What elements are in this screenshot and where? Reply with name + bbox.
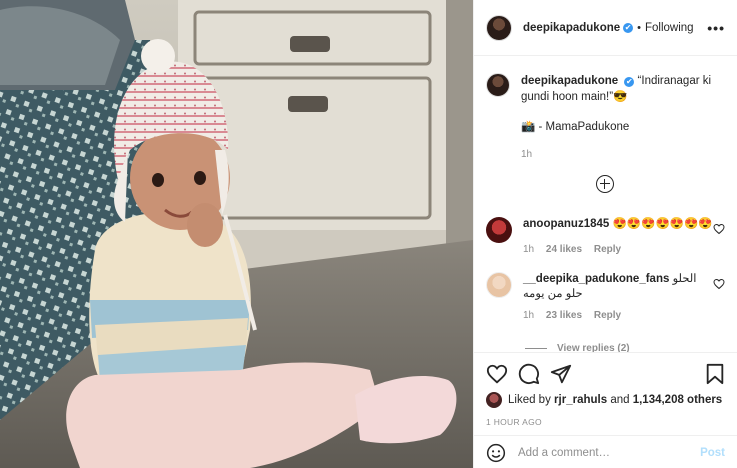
post-timestamp[interactable]: 1 HOUR AGO: [486, 417, 542, 427]
header-separator: •: [637, 21, 641, 34]
comment-text: 😍😍😍😍😍😍😍: [612, 218, 713, 230]
comment-text: الحلو: [672, 273, 697, 285]
share-send-icon[interactable]: [550, 363, 572, 385]
load-more-comments-icon[interactable]: [596, 175, 614, 193]
liker-avatar[interactable]: [486, 392, 502, 408]
emoji-icon[interactable]: [486, 443, 506, 463]
caption-verified-badge-icon: ✔: [624, 77, 635, 87]
post-photo[interactable]: [0, 0, 473, 468]
more-options-icon[interactable]: •••: [707, 20, 725, 36]
comment-input[interactable]: [518, 446, 701, 459]
following-button[interactable]: Following: [645, 22, 694, 34]
liked-by-user[interactable]: rjr_rahuls: [554, 394, 607, 406]
comment-username[interactable]: anoopanuz1845: [523, 218, 609, 230]
baby-photo-illustration: [0, 0, 473, 468]
post-comment-button[interactable]: Post: [700, 447, 725, 459]
post-header: deepikapadukone ✔ • Following •••: [474, 0, 737, 56]
commenter-avatar[interactable]: [486, 217, 512, 243]
caption-time[interactable]: 1h: [521, 147, 721, 163]
comment-like-heart-icon[interactable]: [713, 223, 725, 235]
comment-username[interactable]: __deepika_padukone_fans: [523, 273, 669, 285]
view-replies-label: View replies (2): [557, 343, 630, 352]
comment-time[interactable]: 1h: [523, 310, 534, 321]
liked-by-and: and: [610, 394, 630, 406]
save-bookmark-icon[interactable]: [705, 363, 725, 385]
comment-bubble-icon[interactable]: [518, 363, 540, 385]
reply-button[interactable]: Reply: [594, 244, 621, 255]
comment-text-line2: حلو من يومه: [523, 288, 583, 300]
caption-username[interactable]: deepikapadukone: [521, 75, 618, 87]
liked-by-prefix: Liked by: [508, 394, 551, 406]
comment-item: __deepika_padukone_fans الحلو حلو من يوم…: [486, 272, 725, 323]
post-actions: Liked by rjr_rahuls and 1,134,208 others…: [474, 352, 737, 468]
comment-like-heart-icon[interactable]: [713, 278, 725, 290]
author-avatar[interactable]: [486, 14, 512, 41]
comment-likes[interactable]: 24 likes: [546, 244, 582, 255]
caption-credit: 📸 - MamaPadukone: [521, 121, 630, 133]
liked-by-others[interactable]: 1,134,208 others: [633, 394, 723, 406]
comment-time[interactable]: 1h: [523, 244, 534, 255]
commenter-avatar[interactable]: [486, 272, 512, 298]
replies-divider: [525, 348, 547, 349]
comment-likes[interactable]: 23 likes: [546, 310, 582, 321]
view-replies-button[interactable]: View replies (2): [525, 343, 630, 352]
comment-item: anoopanuz1845 😍😍😍😍😍😍😍 1h 24 likes Reply: [486, 217, 725, 257]
author-username[interactable]: deepikapadukone: [523, 22, 620, 34]
reply-button[interactable]: Reply: [594, 310, 621, 321]
post-caption: deepikapadukone ✔ “Indiranagar ki gundi …: [474, 57, 737, 163]
caption-avatar[interactable]: [486, 73, 510, 97]
post-side-panel: deepikapadukone ✔ • Following ••• deepik…: [473, 0, 737, 468]
likes-summary: Liked by rjr_rahuls and 1,134,208 others: [486, 392, 722, 408]
add-comment-bar: Post: [474, 435, 737, 468]
verified-badge-icon: ✔: [623, 22, 634, 33]
like-heart-icon[interactable]: [486, 363, 508, 385]
comments-scroll-area[interactable]: deepikapadukone ✔ “Indiranagar ki gundi …: [474, 57, 737, 352]
